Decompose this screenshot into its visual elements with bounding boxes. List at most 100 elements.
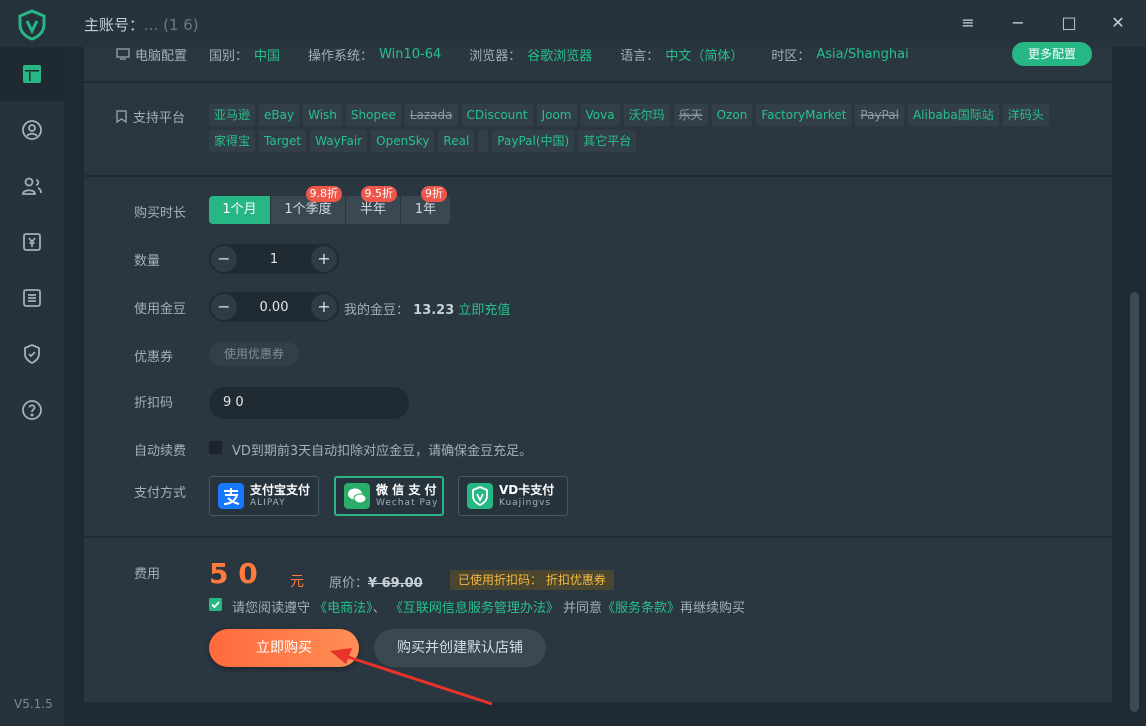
agree-text-2: 并同意	[562, 601, 602, 616]
discount-badge: 9.8折	[305, 186, 342, 202]
recharge-link[interactable]: 立即充值	[458, 303, 510, 318]
help-icon[interactable]	[20, 398, 44, 422]
platform-tag: eBay	[259, 104, 300, 126]
window-title: 主账号：... (1 6)	[84, 14, 199, 35]
alipay-icon	[218, 483, 244, 509]
fee-unit: 元	[290, 574, 304, 590]
shield-check-icon[interactable]	[20, 342, 44, 366]
code-label: 折扣码	[134, 396, 174, 411]
fee-amount: 5 0	[209, 557, 258, 590]
alipay-name: 支付宝支付	[250, 483, 311, 497]
minimize-button[interactable]: −	[1007, 12, 1029, 34]
discount-code-input[interactable]: 9 0	[209, 387, 409, 419]
discount-badge: 9.5折	[360, 186, 397, 202]
platform-tag: PayPal	[855, 104, 904, 126]
bookmark-icon	[116, 110, 127, 123]
more-config-button[interactable]: 更多配置	[1012, 42, 1092, 66]
config-os-label: 操作系统：	[308, 48, 374, 64]
platform-tag: FactoryMarket	[756, 104, 852, 126]
auto-renew-label: 自动续费	[134, 444, 187, 459]
user-circle-icon[interactable]	[20, 118, 44, 142]
quantity-decrement-button[interactable]: −	[211, 246, 237, 272]
config-row: 电脑配置 国别： 中国 操作系统： Win10-64 浏览器： 谷歌浏览器 语言： 中文…	[116, 46, 937, 64]
platform-tag: 亚马逊	[209, 104, 256, 126]
vd-card-option[interactable]: VD卡支付 Kuajingvs	[458, 476, 568, 516]
wechat-sub: Wechat Pay	[376, 498, 439, 508]
agree-text-3: 再继续购买	[680, 601, 746, 616]
buy-now-button[interactable]: 立即购买	[209, 629, 359, 667]
platform-tag: 乐天	[673, 104, 708, 126]
title-bar: 主账号：... (1 6) ≡ − □ ✕	[64, 0, 1146, 47]
auto-renew-text: VD到期前3天自动扣除对应金豆，请确保金豆充足。	[232, 444, 533, 459]
agree-text-1: 请您阅读遵守	[232, 601, 311, 616]
platform-tag: CDiscount	[461, 104, 533, 126]
agreement-text: 请您阅读遵守 《电商法》、 《互联网信息服务管理办法》 并同意《服务条款》再继续…	[232, 597, 745, 616]
duration-1-year[interactable]: 1年 9折	[401, 186, 451, 224]
alipay-option[interactable]: 支付宝支付 ALIPAY	[209, 476, 319, 516]
pay-method-label: 支付方式	[134, 486, 187, 501]
duration-1-month[interactable]: 1个月	[209, 196, 271, 224]
platform-tag: Ozon	[711, 104, 753, 126]
config-country-value: 中国	[254, 48, 281, 64]
law-link-1[interactable]: 《电商法》	[314, 601, 373, 616]
law-link-2[interactable]: 《互联网信息服务管理办法》	[390, 601, 559, 616]
config-country-label: 国别：	[209, 48, 249, 64]
duration-label: 购买时长	[134, 206, 187, 221]
agree-checkbox[interactable]	[209, 598, 222, 611]
original-price-label: 原价：	[329, 576, 369, 591]
duration-option-label: 1年	[414, 202, 437, 217]
beans-decrement-button[interactable]: −	[211, 294, 237, 320]
beans-value[interactable]: 0.00	[260, 300, 289, 315]
maximize-button[interactable]: □	[1058, 12, 1080, 34]
app-logo-icon	[18, 9, 46, 41]
platform-tag: Alibaba国际站	[907, 104, 999, 126]
duration-option-label: 1个月	[222, 202, 257, 217]
platform-tags: 亚马逊 eBay Wish Shopee Lazada CDiscount Jo…	[209, 104, 1069, 152]
used-code-tag: 已使用折扣码： 折扣优惠券	[450, 570, 614, 590]
wechat-pay-option[interactable]: 微 信 支 付 Wechat Pay	[334, 476, 444, 516]
duration-half-year[interactable]: 半年 9.5折	[346, 186, 401, 224]
config-os-value: Win10-64	[379, 46, 442, 62]
platforms-title-text: 支持平台	[133, 111, 186, 126]
duration-option-label: 半年	[359, 202, 386, 217]
duration-1-quarter[interactable]: 1个季度 9.8折	[271, 186, 346, 224]
vd-card-name: VD卡支付	[499, 483, 555, 497]
beans-stepper: − 0.00 +	[209, 292, 339, 322]
yuan-icon[interactable]	[20, 230, 44, 254]
divider	[84, 81, 1112, 83]
wechat-name: 微 信 支 付	[376, 483, 437, 497]
close-button[interactable]: ✕	[1107, 12, 1129, 34]
scrollbar-thumb[interactable]	[1130, 292, 1139, 712]
quantity-value[interactable]: 1	[270, 252, 278, 267]
my-beans-value: 13.23	[413, 303, 455, 318]
platform-tag: Lazada	[404, 104, 458, 126]
config-browser-label: 浏览器：	[469, 48, 522, 64]
quantity-increment-button[interactable]: +	[311, 246, 337, 272]
beans-increment-button[interactable]: +	[310, 294, 337, 320]
original-price-value: ¥ 69.00	[368, 576, 423, 591]
users-icon[interactable]	[20, 174, 44, 198]
coupon-label: 优惠券	[134, 350, 174, 365]
config-language-value: 中文（简体）	[665, 48, 744, 64]
vd-card-sub: Kuajingvs	[499, 498, 552, 508]
duration-option-label: 1个季度	[284, 202, 332, 217]
buy-and-create-store-button[interactable]: 购买并创建默认店铺	[374, 629, 546, 667]
purchase-panel: 电脑配置 国别： 中国 操作系统： Win10-64 浏览器： 谷歌浏览器 语言： 中文…	[84, 42, 1112, 702]
platform-tag: Target	[259, 130, 307, 152]
config-title: 电脑配置	[135, 48, 188, 64]
config-browser-value: 谷歌浏览器	[527, 48, 593, 64]
platform-tag: 家得宝	[209, 130, 256, 152]
list-icon[interactable]	[20, 286, 44, 310]
dashboard-icon[interactable]	[20, 62, 44, 86]
use-coupon-button[interactable]: 使用优惠券	[209, 342, 299, 366]
menu-button[interactable]: ≡	[957, 12, 979, 34]
agree-sep: 、	[372, 601, 386, 616]
version-label: V5.1.5	[14, 697, 53, 711]
platform-tag: 沃尔玛	[623, 104, 670, 126]
terms-link[interactable]: 《服务条款》	[602, 601, 680, 616]
monitor-icon	[116, 48, 130, 60]
platform-tag: OpenSky	[371, 130, 435, 152]
my-beans-label: 我的金豆：	[344, 303, 410, 318]
auto-renew-checkbox[interactable]	[209, 441, 222, 454]
platform-tag: WayFair	[310, 130, 368, 152]
